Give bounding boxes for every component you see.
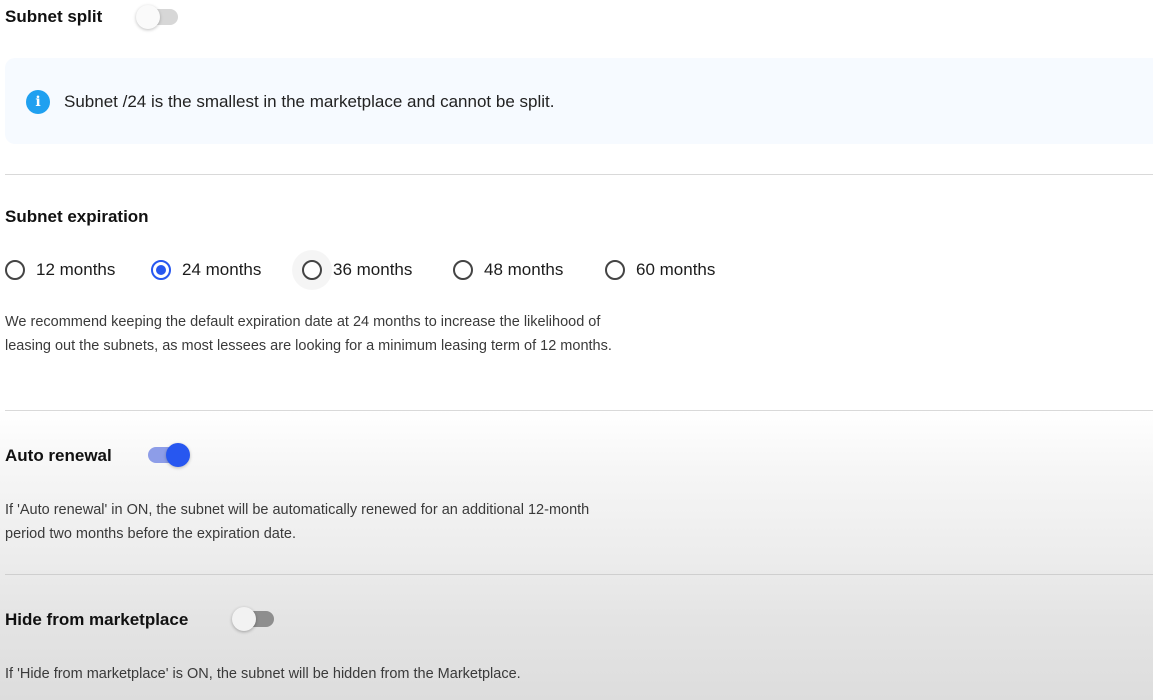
section-divider	[5, 174, 1153, 175]
radio-24-months[interactable]: 24 months	[151, 257, 302, 283]
section-divider	[5, 410, 1153, 411]
hide-from-marketplace-heading: Hide from marketplace	[5, 610, 189, 629]
radio-circle	[453, 260, 473, 280]
radio-36-months[interactable]: 36 months	[302, 257, 453, 283]
hide-from-marketplace-toggle[interactable]	[232, 607, 274, 631]
radio-12-months[interactable]: 12 months	[5, 257, 151, 283]
auto-renewal-heading: Auto renewal	[5, 446, 112, 465]
radio-label: 60 months	[636, 260, 716, 279]
auto-renewal-description: If 'Auto renewal' in ON, the subnet will…	[5, 502, 590, 542]
section-divider	[5, 574, 1153, 575]
radio-circle	[605, 260, 625, 280]
radio-circle-selected	[151, 260, 171, 280]
radio-48-months[interactable]: 48 months	[453, 257, 605, 283]
auto-renewal-toggle[interactable]	[148, 443, 190, 467]
toggle-knob	[136, 5, 160, 29]
expiration-radio-group: 12 months 24 months 36 months 48 months …	[5, 257, 745, 283]
toggle-knob	[166, 443, 190, 467]
radio-label: 24 months	[182, 260, 262, 279]
expiration-description: We recommend keeping the default expirat…	[5, 314, 612, 354]
subnet-split-toggle[interactable]	[136, 5, 178, 29]
radio-label: 12 months	[36, 260, 116, 279]
info-icon: i	[26, 90, 50, 114]
toggle-knob	[232, 607, 256, 631]
info-message: Subnet /24 is the smallest in the market…	[64, 92, 555, 111]
radio-circle	[5, 260, 25, 280]
radio-60-months[interactable]: 60 months	[605, 257, 745, 283]
subnet-expiration-heading: Subnet expiration	[5, 207, 149, 226]
hide-from-marketplace-description: If 'Hide from marketplace' is ON, the su…	[5, 666, 521, 682]
radio-label: 48 months	[484, 260, 564, 279]
radio-circle	[302, 260, 322, 280]
radio-label: 36 months	[333, 260, 413, 279]
subnet-split-info-box: i Subnet /24 is the smallest in the mark…	[5, 58, 1153, 144]
subnet-split-heading: Subnet split	[5, 7, 103, 26]
